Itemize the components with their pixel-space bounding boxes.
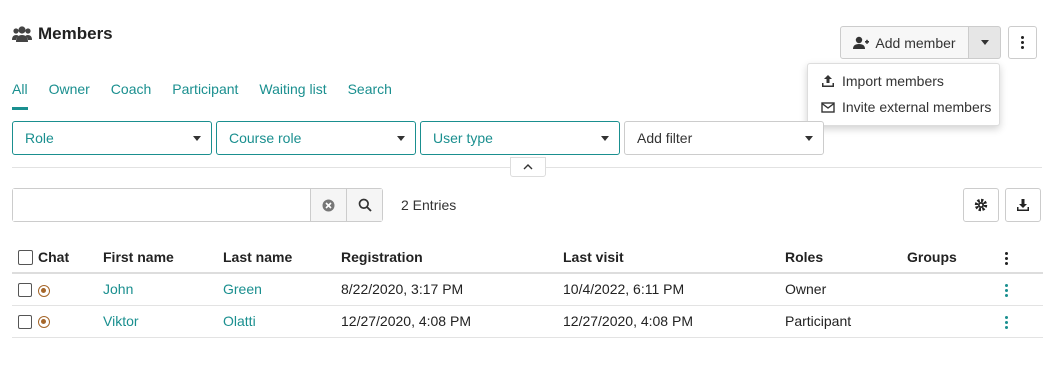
- gear-icon: [974, 198, 988, 212]
- menu-item-invite-external[interactable]: Invite external members: [808, 94, 999, 120]
- registration-cell: 12/27/2020, 4:08 PM: [341, 305, 563, 338]
- add-member-group: Add member: [840, 26, 1001, 59]
- chevron-up-icon: [523, 164, 533, 170]
- clear-icon: [322, 199, 335, 211]
- tab-owner[interactable]: Owner: [49, 80, 90, 110]
- chat-status-icon[interactable]: [38, 316, 50, 329]
- chat-cell: [38, 273, 103, 306]
- download-icon: [1017, 199, 1029, 211]
- roles-cell: Owner: [785, 273, 907, 306]
- members-table: Chat First name Last name Registration L…: [12, 242, 1043, 338]
- registration-cell: 8/22/2020, 3:17 PM: [341, 273, 563, 306]
- row-checkbox[interactable]: [18, 315, 32, 330]
- last-visit-cell: 10/4/2022, 6:11 PM: [563, 273, 785, 306]
- header-groups[interactable]: Groups: [907, 242, 1005, 274]
- column-options-cell: [1005, 242, 1043, 274]
- header-last-name[interactable]: Last name: [223, 242, 341, 274]
- header-roles[interactable]: Roles: [785, 242, 907, 274]
- user-plus-icon: [853, 36, 870, 49]
- page-title-text: Members: [38, 24, 113, 43]
- row-actions-cell: [1005, 273, 1043, 306]
- course-role-filter[interactable]: Course role: [216, 121, 416, 155]
- search-box: [12, 188, 383, 222]
- search-button[interactable]: [346, 189, 382, 221]
- add-member-label: Add member: [875, 34, 956, 51]
- menu-item-import-members[interactable]: Import members: [808, 68, 999, 94]
- course-role-filter-label: Course role: [229, 130, 302, 146]
- collapse-filters-button[interactable]: [510, 157, 546, 177]
- add-member-menu: Import members Invite external members: [807, 63, 1000, 126]
- page-title: Members: [12, 24, 113, 44]
- row-actions-icon[interactable]: [1005, 284, 1008, 298]
- menu-item-label: Import members: [842, 73, 944, 89]
- row-actions-icon[interactable]: [1005, 315, 1008, 329]
- filter-bar: Role Course role User type Add filter: [12, 121, 824, 155]
- header-chat[interactable]: Chat: [38, 242, 103, 274]
- last-name-link[interactable]: Olatti: [223, 305, 341, 338]
- first-name-link[interactable]: John: [103, 273, 223, 306]
- role-filter[interactable]: Role: [12, 121, 212, 155]
- select-all-cell: [12, 242, 38, 274]
- table-row: Viktor Olatti 12/27/2020, 4:08 PM 12/27/…: [12, 305, 1043, 338]
- envelope-icon: [821, 102, 835, 113]
- groups-cell: [907, 273, 1005, 306]
- chevron-down-icon: [397, 135, 405, 141]
- roles-cell: Participant: [785, 305, 907, 338]
- users-icon: [12, 26, 32, 42]
- add-member-dropdown-toggle[interactable]: [969, 26, 1001, 59]
- tab-all[interactable]: All: [12, 80, 28, 110]
- select-all-checkbox[interactable]: [18, 250, 33, 266]
- last-name-link[interactable]: Green: [223, 273, 341, 306]
- kebab-icon: [1021, 36, 1024, 49]
- member-tabs: All Owner Coach Participant Waiting list…: [12, 80, 413, 110]
- chevron-down-icon: [601, 135, 609, 141]
- column-options-icon[interactable]: [1005, 251, 1008, 265]
- chat-status-icon[interactable]: [38, 284, 50, 297]
- tab-participant[interactable]: Participant: [172, 80, 238, 110]
- tab-coach[interactable]: Coach: [111, 80, 151, 110]
- upload-icon: [822, 75, 834, 87]
- clear-search-button[interactable]: [310, 189, 346, 221]
- export-button[interactable]: [1005, 188, 1041, 222]
- add-filter-label: Add filter: [637, 130, 693, 146]
- row-checkbox[interactable]: [18, 283, 32, 298]
- search-input[interactable]: [13, 189, 310, 221]
- entries-count: 2 Entries: [401, 197, 457, 213]
- row-select-cell: [12, 273, 38, 306]
- tab-search[interactable]: Search: [348, 80, 392, 110]
- chevron-down-icon: [805, 135, 813, 141]
- row-select-cell: [12, 305, 38, 338]
- first-name-link[interactable]: Viktor: [103, 305, 223, 338]
- add-member-button[interactable]: Add member: [840, 26, 969, 59]
- header-first-name[interactable]: First name: [103, 242, 223, 274]
- row-actions-cell: [1005, 305, 1043, 338]
- more-actions-button[interactable]: [1008, 26, 1037, 59]
- chat-cell: [38, 305, 103, 338]
- groups-cell: [907, 305, 1005, 338]
- header-last-visit[interactable]: Last visit: [563, 242, 785, 274]
- menu-item-label: Invite external members: [842, 99, 992, 115]
- chevron-down-icon: [980, 40, 989, 45]
- table-row: John Green 8/22/2020, 3:17 PM 10/4/2022,…: [12, 273, 1043, 306]
- header-registration[interactable]: Registration: [341, 242, 563, 274]
- user-type-filter[interactable]: User type: [420, 121, 620, 155]
- search-icon: [358, 198, 372, 212]
- table-header-row: Chat First name Last name Registration L…: [12, 242, 1043, 274]
- tab-waiting-list[interactable]: Waiting list: [259, 80, 326, 110]
- add-filter-select[interactable]: Add filter: [624, 121, 824, 155]
- user-type-filter-label: User type: [433, 130, 493, 146]
- last-visit-cell: 12/27/2020, 4:08 PM: [563, 305, 785, 338]
- chevron-down-icon: [193, 135, 201, 141]
- role-filter-label: Role: [25, 130, 54, 146]
- table-settings-button[interactable]: [963, 188, 999, 222]
